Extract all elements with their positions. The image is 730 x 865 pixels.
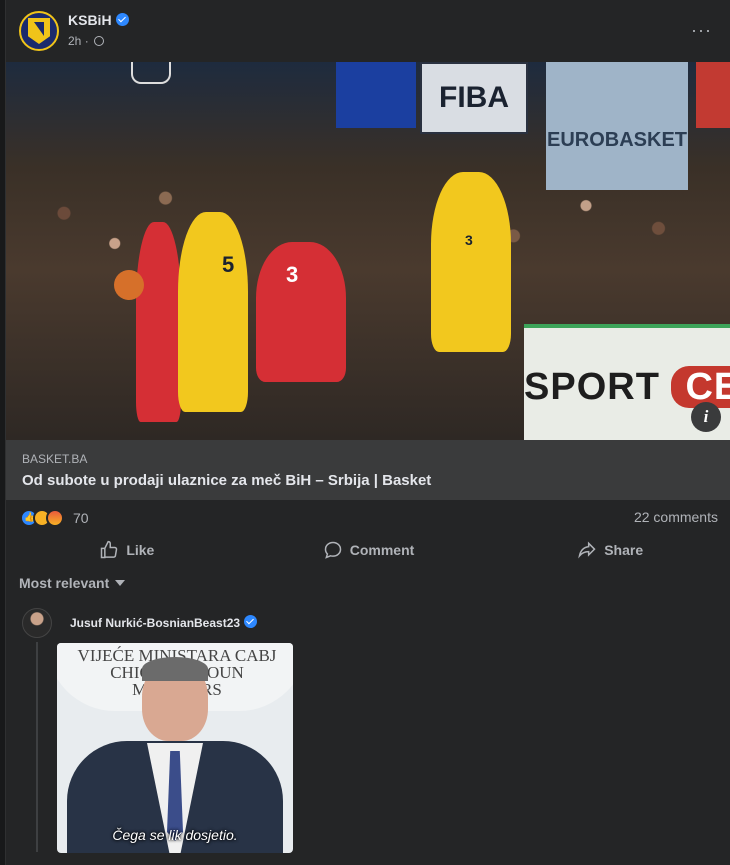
post-meta: 2h · [68,34,105,48]
caret-down-icon [115,580,126,586]
post-time[interactable]: 2h [68,34,81,48]
angry-reaction-icon [46,509,64,527]
player-red-left [136,222,181,422]
commenter-avatar[interactable] [22,608,52,638]
ad-text-left: SPORT [524,366,660,408]
comment-author-name[interactable]: Jusuf Nurkić-BosnianBeast23 [70,616,240,630]
like-button[interactable]: Like [6,530,248,570]
basketball-hoop [131,62,171,84]
basketball [114,270,144,300]
page-avatar[interactable] [19,11,59,51]
eurobasket-banner: EUROBASKET [546,62,688,190]
player-yellow-3: 3 [431,172,511,352]
share-label: Share [604,542,644,558]
reactions-summary[interactable]: 70 [20,508,89,528]
link-title[interactable]: Od subote u prodaji ulaznice za meč BiH … [22,472,431,489]
info-button[interactable]: i [691,402,721,432]
fiba-banner: FIBA [420,62,528,134]
player-yellow-5: 5 [178,212,248,412]
share-button[interactable]: Share [489,530,730,570]
post-header: KSBiH 2h · ··· [6,0,730,62]
comment-label: Comment [349,542,415,558]
jersey-number: 3 [286,262,299,287]
jersey-number: 3 [465,232,473,248]
like-label: Like [126,542,155,558]
verified-badge-icon [115,13,129,26]
jersey-number: 5 [222,252,235,277]
share-arrow-icon [578,541,596,559]
verified-badge-icon [244,615,258,628]
post-photo[interactable]: FIBA EUROBASKET 5 3 3 SPORT CEN i [6,62,730,440]
page-name[interactable]: KSBiH [68,12,112,28]
comment-image[interactable]: VIJEĆE MINISTARA CABJ CHICTAPA COUN MINI… [57,643,293,853]
image-caption: Čega se lik dosjetio. [112,827,238,843]
bih-flag-banner [336,62,416,128]
post-card: KSBiH 2h · ··· FIBA EUROBASKET 5 3 3 SPO… [5,0,730,865]
comment-thread-line [36,642,38,852]
comment-bubble-icon [324,541,341,559]
sort-comments-dropdown[interactable]: Most relevant [19,575,126,591]
globe-icon [94,36,105,46]
thumbs-up-icon [101,540,118,559]
comment-author[interactable]: Jusuf Nurkić-BosnianBeast23 [70,615,258,630]
sort-label: Most relevant [19,575,110,591]
ksbih-logo-icon [28,18,50,44]
red-flag-banner [696,62,730,128]
man-hair [142,657,208,681]
reaction-count[interactable]: 70 [73,510,89,526]
comments-count-link[interactable]: 22 comments [634,509,718,525]
link-preview[interactable]: BASKET.BA Od subote u prodaji ulaznice z… [6,440,730,500]
page-name-link[interactable]: KSBiH [68,12,129,28]
comment-button[interactable]: Comment [248,530,490,570]
link-domain: BASKET.BA [22,452,88,466]
player-red-3: 3 [256,242,346,382]
more-options-button[interactable]: ··· [691,20,712,41]
post-actions: Like Comment Share [6,530,730,570]
